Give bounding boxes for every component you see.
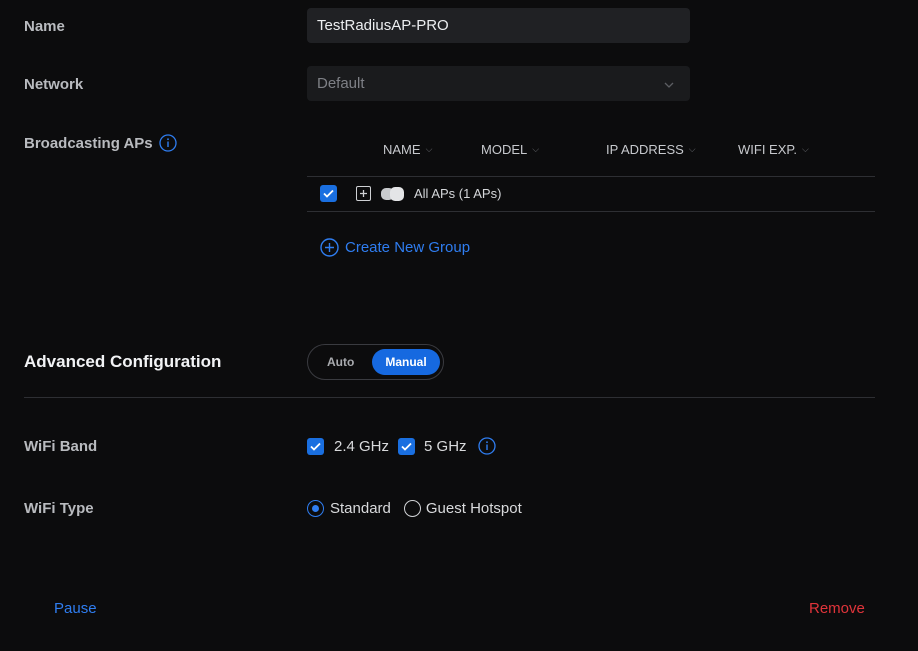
chevron-down-icon: ⌵ [802, 144, 809, 154]
chevron-down-icon [664, 75, 674, 92]
row-checkbox[interactable] [320, 185, 337, 202]
config-mode-toggle: Auto Manual [307, 344, 444, 380]
band-24ghz-checkbox[interactable] [307, 437, 324, 455]
create-new-group-link[interactable]: Create New Group [320, 238, 470, 257]
wifi-type-options: Standard Guest Hotspot [307, 500, 522, 517]
expand-icon[interactable] [356, 186, 371, 201]
advanced-config-title: Advanced Configuration [24, 352, 222, 371]
section-divider [24, 397, 875, 398]
type-guest-hotspot-label: Guest Hotspot [425, 500, 522, 517]
plus-circle-icon [320, 238, 339, 257]
type-standard-radio[interactable] [307, 500, 324, 517]
network-select[interactable]: Default [307, 66, 690, 101]
table-divider-top [307, 176, 875, 177]
column-header-name-text: NAME [383, 142, 421, 157]
band-24ghz-label: 2.4 GHz [334, 437, 390, 455]
info-icon[interactable] [477, 437, 496, 455]
column-header-wifi-exp[interactable]: WIFI EXP. ⌵ [738, 142, 809, 157]
create-new-group-text: Create New Group [345, 239, 471, 256]
mode-option-auto[interactable]: Auto [311, 349, 370, 375]
name-label: Name [24, 18, 65, 35]
pause-button[interactable]: Pause [54, 600, 97, 617]
network-label: Network [24, 76, 84, 93]
info-icon[interactable] [159, 134, 177, 152]
chevron-down-icon: ⌵ [425, 144, 433, 154]
row-label: All APs (1 APs) [414, 186, 502, 201]
band-5ghz-checkbox[interactable] [398, 437, 416, 455]
table-divider-bottom [307, 211, 875, 212]
column-header-ip-address[interactable]: IP ADDRESS ⌵ [606, 142, 696, 157]
broadcasting-aps-text: Broadcasting APs [24, 134, 153, 152]
wifi-type-label: WiFi Type [24, 500, 94, 517]
column-header-ip-address-text: IP ADDRESS [606, 142, 684, 157]
type-guest-hotspot-radio[interactable] [403, 500, 421, 517]
network-select-value: Default [317, 75, 365, 92]
chevron-down-icon: ⌵ [532, 144, 540, 154]
wifi-band-label: WiFi Band [24, 438, 98, 455]
broadcasting-aps-label: Broadcasting APs [24, 134, 177, 152]
chevron-down-icon: ⌵ [688, 144, 696, 154]
access-point-icon [380, 186, 406, 202]
column-header-wifi-exp-text: WIFI EXP. [738, 142, 797, 157]
mode-option-manual[interactable]: Manual [372, 349, 440, 375]
column-header-model-text: MODEL [481, 142, 528, 157]
column-header-model[interactable]: MODEL ⌵ [481, 142, 539, 157]
type-standard-label: Standard [330, 500, 391, 517]
name-input[interactable]: TestRadiusAP-PRO [307, 8, 690, 43]
table-row: All APs (1 APs) [320, 185, 501, 202]
column-header-name[interactable]: NAME ⌵ [383, 142, 432, 157]
remove-button[interactable]: Remove [809, 600, 865, 617]
name-input-value: TestRadiusAP-PRO [317, 17, 449, 34]
wifi-band-options: 2.4 GHz 5 GHz [307, 437, 496, 455]
band-5ghz-label: 5 GHz [424, 437, 467, 455]
